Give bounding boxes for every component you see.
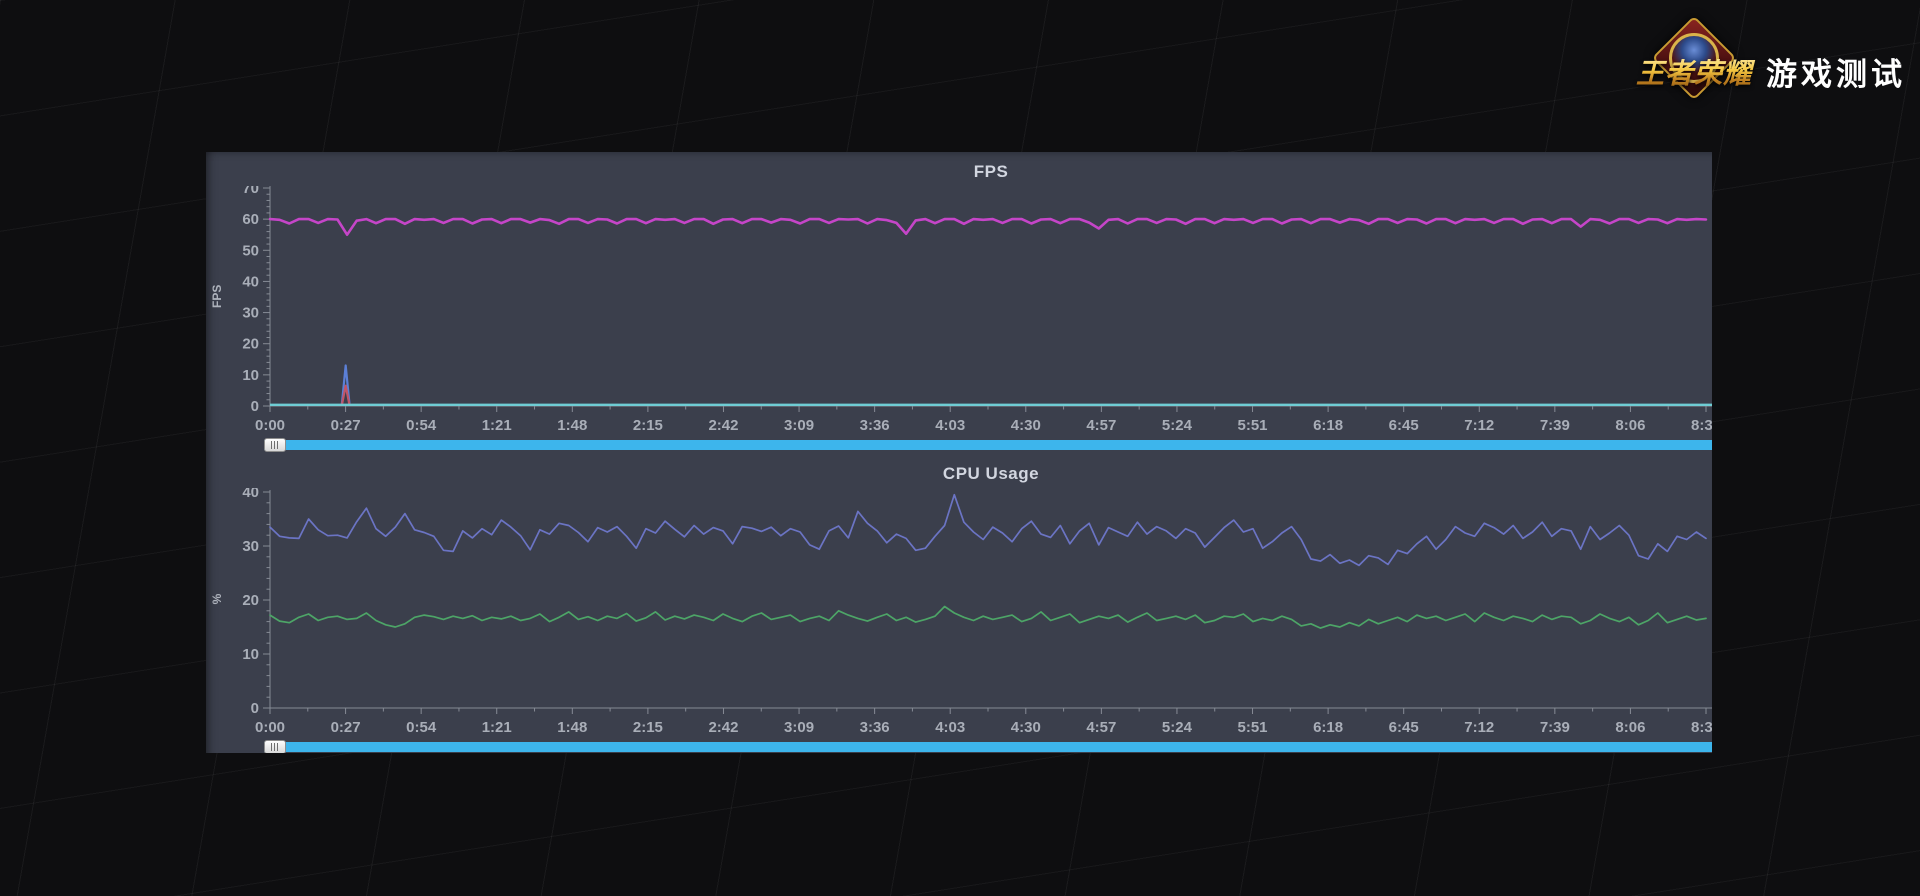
svg-text:5:51: 5:51 [1238, 719, 1268, 736]
svg-text:7:39: 7:39 [1540, 417, 1570, 434]
scrollbar-handle[interactable] [264, 438, 286, 452]
honor-of-kings-logo-icon: 王者荣耀 [1638, 24, 1750, 118]
fps-chart-scrollbar[interactable] [264, 438, 1712, 452]
svg-text:50: 50 [242, 242, 259, 259]
svg-text:8:06: 8:06 [1615, 417, 1645, 434]
svg-text:40: 40 [242, 488, 259, 501]
svg-text:2:15: 2:15 [633, 719, 663, 736]
svg-text:2:15: 2:15 [633, 417, 663, 434]
svg-text:8:33: 8:33 [1691, 719, 1712, 736]
svg-text:5:24: 5:24 [1162, 417, 1193, 434]
svg-text:6:45: 6:45 [1389, 417, 1419, 434]
svg-text:1:21: 1:21 [482, 417, 512, 434]
cpu-usage-chart[interactable]: 0 10 20 30 40 0:00 0:27 0:54 1:21 1:48 2:15 2:42 3:0… [206, 488, 1712, 746]
svg-text:4:03: 4:03 [935, 417, 965, 434]
svg-text:0: 0 [251, 398, 259, 415]
svg-text:5:51: 5:51 [1238, 417, 1268, 434]
scrollbar-track[interactable] [264, 742, 1712, 752]
grip-icon [271, 441, 280, 449]
svg-text:4:57: 4:57 [1086, 417, 1116, 434]
svg-text:30: 30 [242, 538, 259, 555]
svg-text:0: 0 [251, 700, 259, 717]
svg-text:3:09: 3:09 [784, 417, 814, 434]
svg-text:20: 20 [242, 592, 259, 609]
svg-text:4:30: 4:30 [1011, 719, 1041, 736]
page-title: 游戏测试 [1766, 49, 1906, 94]
svg-text:5:24: 5:24 [1162, 719, 1193, 736]
svg-text:6:45: 6:45 [1389, 719, 1419, 736]
svg-text:2:42: 2:42 [708, 417, 738, 434]
svg-text:8:06: 8:06 [1615, 719, 1645, 736]
grip-icon [271, 743, 280, 751]
svg-text:1:48: 1:48 [557, 719, 587, 736]
svg-text:20: 20 [242, 336, 259, 353]
svg-text:0:54: 0:54 [406, 417, 437, 434]
fps-chart-title: FPS [270, 162, 1712, 182]
svg-text:0:27: 0:27 [331, 719, 361, 736]
svg-text:3:36: 3:36 [860, 417, 890, 434]
svg-text:60: 60 [242, 211, 259, 228]
svg-text:10: 10 [242, 367, 259, 384]
svg-text:1:21: 1:21 [482, 719, 512, 736]
svg-text:4:30: 4:30 [1011, 417, 1041, 434]
logo-text: 王者荣耀 [1632, 52, 1756, 92]
svg-text:0:27: 0:27 [331, 417, 361, 434]
svg-text:30: 30 [242, 305, 259, 322]
metrics-panel: FPS FPS 0102030405060700:000:270:541:211… [206, 152, 1712, 753]
scrollbar-handle[interactable] [264, 740, 286, 753]
svg-text:7:12: 7:12 [1464, 719, 1494, 736]
svg-text:0:00: 0:00 [255, 719, 285, 736]
svg-text:4:03: 4:03 [935, 719, 965, 736]
svg-text:6:18: 6:18 [1313, 719, 1343, 736]
svg-text:0:54: 0:54 [406, 719, 437, 736]
svg-text:7:12: 7:12 [1464, 417, 1494, 434]
scrollbar-track[interactable] [264, 440, 1712, 450]
cpu-chart-scrollbar[interactable] [264, 740, 1712, 753]
svg-text:10: 10 [242, 646, 259, 663]
svg-text:7:39: 7:39 [1540, 719, 1570, 736]
cpu-chart-title: CPU Usage [270, 464, 1712, 484]
svg-text:70: 70 [242, 186, 259, 197]
svg-text:3:36: 3:36 [860, 719, 890, 736]
svg-text:6:18: 6:18 [1313, 417, 1343, 434]
header: 王者荣耀 游戏测试 [1638, 24, 1906, 118]
fps-chart[interactable]: 0 10 20 30 40 50 60 70 0:00 0:27 0:54 1:21 1:48 2:15 2… [206, 186, 1712, 444]
svg-text:2:42: 2:42 [708, 719, 738, 736]
svg-text:8:33: 8:33 [1691, 417, 1712, 434]
svg-text:0:00: 0:00 [255, 417, 285, 434]
svg-text:1:48: 1:48 [557, 417, 587, 434]
svg-text:40: 40 [242, 273, 259, 290]
svg-text:4:57: 4:57 [1086, 719, 1116, 736]
svg-text:3:09: 3:09 [784, 719, 814, 736]
